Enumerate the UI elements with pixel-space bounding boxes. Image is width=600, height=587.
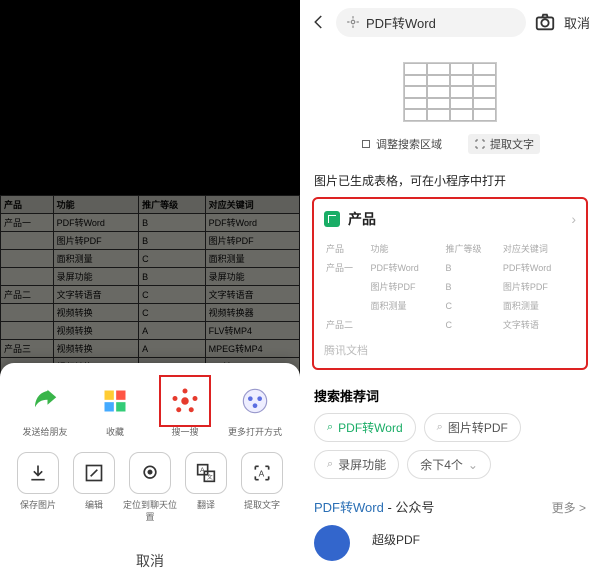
action-label: 搜一搜 <box>156 427 214 438</box>
action-label: 发送给朋友 <box>16 427 74 438</box>
action-label: 定位到聊天位置 <box>122 500 178 523</box>
image-tools: 调整搜索区域 提取文字 <box>300 132 600 166</box>
search-header: PDF转Word 取消 <box>300 0 600 44</box>
action-label: 翻译 <box>178 500 234 511</box>
result-title[interactable]: PDF转Word - 公众号 <box>314 497 434 517</box>
chip-screen-record[interactable]: ⌕录屏功能 <box>314 450 399 479</box>
chevron-right-icon: › <box>571 211 576 227</box>
chip-pdf-to-word[interactable]: ⌕PDF转Word <box>314 413 416 442</box>
selection-highlight <box>159 375 211 427</box>
translate-icon: A文 <box>196 463 216 483</box>
extract-text-tool[interactable]: 提取文字 <box>468 134 540 154</box>
translate-button[interactable]: A文 翻译 <box>178 452 234 523</box>
extract-text-icon: A <box>252 463 272 483</box>
cancel-button[interactable]: 取消 <box>0 541 300 581</box>
cancel-link[interactable]: 取消 <box>564 13 590 32</box>
action-label: 提取文字 <box>234 500 290 511</box>
result-sub: 超级PDF <box>372 531 420 548</box>
adjust-region-button[interactable]: 调整搜索区域 <box>360 134 442 154</box>
result-row: PDF转Word - 公众号 更多 > <box>300 479 600 517</box>
share-icon <box>30 386 60 416</box>
chip-more[interactable]: 余下4个 ⌄ <box>407 450 491 479</box>
action-label: 收藏 <box>86 427 144 438</box>
action-label: 编辑 <box>66 500 122 511</box>
recommend-chips: ⌕PDF转Word ⌕图片转PDF ⌕录屏功能 余下4个 ⌄ <box>300 413 600 479</box>
svg-text:A: A <box>259 469 265 479</box>
edit-button[interactable]: 编辑 <box>66 452 122 523</box>
extract-text-button[interactable]: A 提取文字 <box>234 452 290 523</box>
card-mini-table: 产品功能推广等级对应关键词 产品一PDF转WordBPDF转Word 图片转PD… <box>324 239 576 334</box>
svg-text:A: A <box>200 467 205 474</box>
action-label: 更多打开方式 <box>226 427 284 438</box>
chip-image-to-pdf[interactable]: ⌕图片转PDF <box>424 413 521 442</box>
search-input[interactable]: PDF转Word <box>336 8 526 37</box>
locate-chat-button[interactable]: 定位到聊天位置 <box>122 452 178 523</box>
ocr-icon <box>474 138 486 150</box>
avatar[interactable] <box>314 525 350 561</box>
more-link[interactable]: 更多 > <box>552 499 586 516</box>
more-apps-button[interactable]: 更多打开方式 <box>226 381 284 438</box>
image-thumbnail[interactable] <box>403 62 497 122</box>
favorite-icon <box>101 387 129 415</box>
search-query: PDF转Word <box>366 13 436 32</box>
camera-icon[interactable] <box>534 11 556 33</box>
crop-icon <box>360 138 372 150</box>
left-screenshot: 产品功能推广等级对应关键词 产品一PDF转WordBPDF转Word 图片转PD… <box>0 0 300 587</box>
locate-chat-icon <box>140 463 160 483</box>
save-image-button[interactable]: 保存图片 <box>10 452 66 523</box>
black-area <box>0 0 300 195</box>
right-screenshot: PDF转Word 取消 调整搜索区域 提取文字 图片已生成表格，可在小程序中打开… <box>300 0 600 587</box>
search-icon: ⌕ <box>437 421 443 434</box>
search-icon: ⌕ <box>327 421 333 434</box>
sparkle-icon <box>346 15 360 29</box>
generated-table-card[interactable]: 产品 › 产品功能推广等级对应关键词 产品一PDF转WordBPDF转Word … <box>312 197 588 370</box>
generation-notice: 图片已生成表格，可在小程序中打开 <box>300 166 600 197</box>
chevron-down-icon: ⌄ <box>468 458 478 472</box>
back-icon[interactable] <box>310 13 328 31</box>
action-sheet: 发送给朋友 收藏 搜一搜 更多打开方式 保存图片 <box>0 363 300 587</box>
search-icon: ⌕ <box>327 458 333 471</box>
more-apps-icon <box>241 387 269 415</box>
action-label: 保存图片 <box>10 500 66 511</box>
card-title: 产品 <box>348 209 563 229</box>
share-button[interactable]: 发送给朋友 <box>16 381 74 438</box>
svg-text:文: 文 <box>207 473 213 481</box>
edit-icon <box>84 463 104 483</box>
favorite-button[interactable]: 收藏 <box>86 381 144 438</box>
recommend-header: 搜索推荐词 <box>300 370 600 413</box>
scan-button[interactable]: 搜一搜 <box>156 381 214 438</box>
card-source: 腾讯文档 <box>324 340 576 360</box>
download-icon <box>28 463 48 483</box>
doc-icon <box>324 211 340 227</box>
